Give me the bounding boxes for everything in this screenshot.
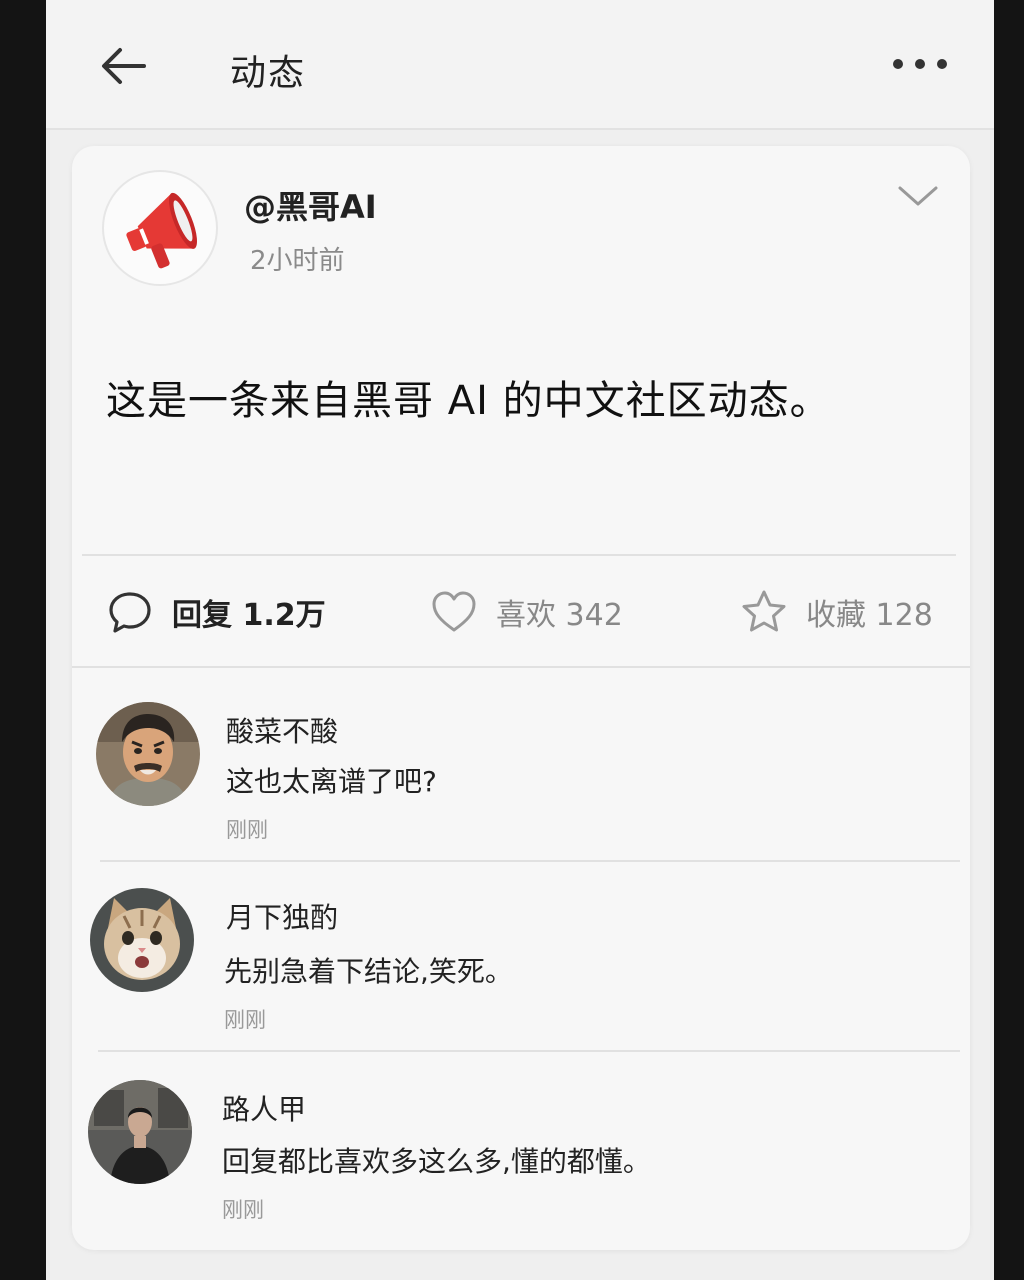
post-card: @黑哥AI 2小时前 这是一条来自黑哥 AI 的中文社区动态。 回复 1.2万 …	[72, 146, 970, 1250]
post-time: 2小时前	[250, 246, 345, 276]
more-dots-icon[interactable]	[888, 44, 952, 84]
favorite-label: 收藏 128	[806, 598, 933, 633]
chevron-down-icon[interactable]	[896, 180, 940, 210]
reply-button[interactable]: 回复 1.2万	[106, 586, 326, 638]
post-content: 这是一条来自黑哥 AI 的中文社区动态。	[106, 378, 831, 424]
comment-bubble-icon	[109, 592, 151, 633]
top-bar: 动态	[46, 0, 994, 130]
content-divider	[82, 554, 956, 556]
phone-screen: 动态 @黑哥AI 2小时前 这是一条来自黑哥 AI 的中文社区动态。 回复 1.…	[46, 0, 994, 1280]
comment-author[interactable]: 月下独酌	[226, 896, 338, 936]
comment-author[interactable]: 路人甲	[222, 1088, 306, 1128]
favorite-button[interactable]: 收藏 128	[740, 586, 933, 638]
back-arrow-icon[interactable]	[96, 38, 152, 94]
comment-text: 先别急着下结论,笑死。	[224, 955, 513, 988]
author-name[interactable]: @黑哥AI	[244, 182, 377, 228]
comment-item: 路人甲 回复都比喜欢多这么多,懂的都懂。 刚刚	[72, 1050, 970, 1240]
comment-time: 刚刚	[224, 1008, 266, 1032]
page-title: 动态	[230, 53, 307, 94]
star-icon	[742, 590, 786, 632]
comment-item: 月下独酌 先别急着下结论,笑死。 刚刚	[72, 860, 970, 1050]
megaphone-icon	[126, 192, 197, 269]
author-avatar[interactable]	[102, 170, 218, 286]
angry-man-avatar[interactable]	[96, 702, 200, 806]
person-avatar[interactable]	[88, 1080, 192, 1184]
heart-icon	[432, 591, 476, 632]
comment-time: 刚刚	[226, 818, 268, 842]
comment-text: 回复都比喜欢多这么多,懂的都懂。	[222, 1145, 651, 1178]
cat-avatar[interactable]	[90, 888, 194, 992]
like-label: 喜欢 342	[496, 598, 623, 633]
reply-label: 回复 1.2万	[172, 598, 326, 633]
comment-time: 刚刚	[222, 1198, 264, 1222]
comment-item: 酸菜不酸 这也太离谱了吧? 刚刚	[72, 670, 970, 860]
comment-text: 这也太离谱了吧?	[226, 765, 437, 798]
actions-divider	[72, 666, 970, 668]
like-button[interactable]: 喜欢 342	[430, 586, 623, 638]
comment-author[interactable]: 酸菜不酸	[226, 710, 338, 750]
